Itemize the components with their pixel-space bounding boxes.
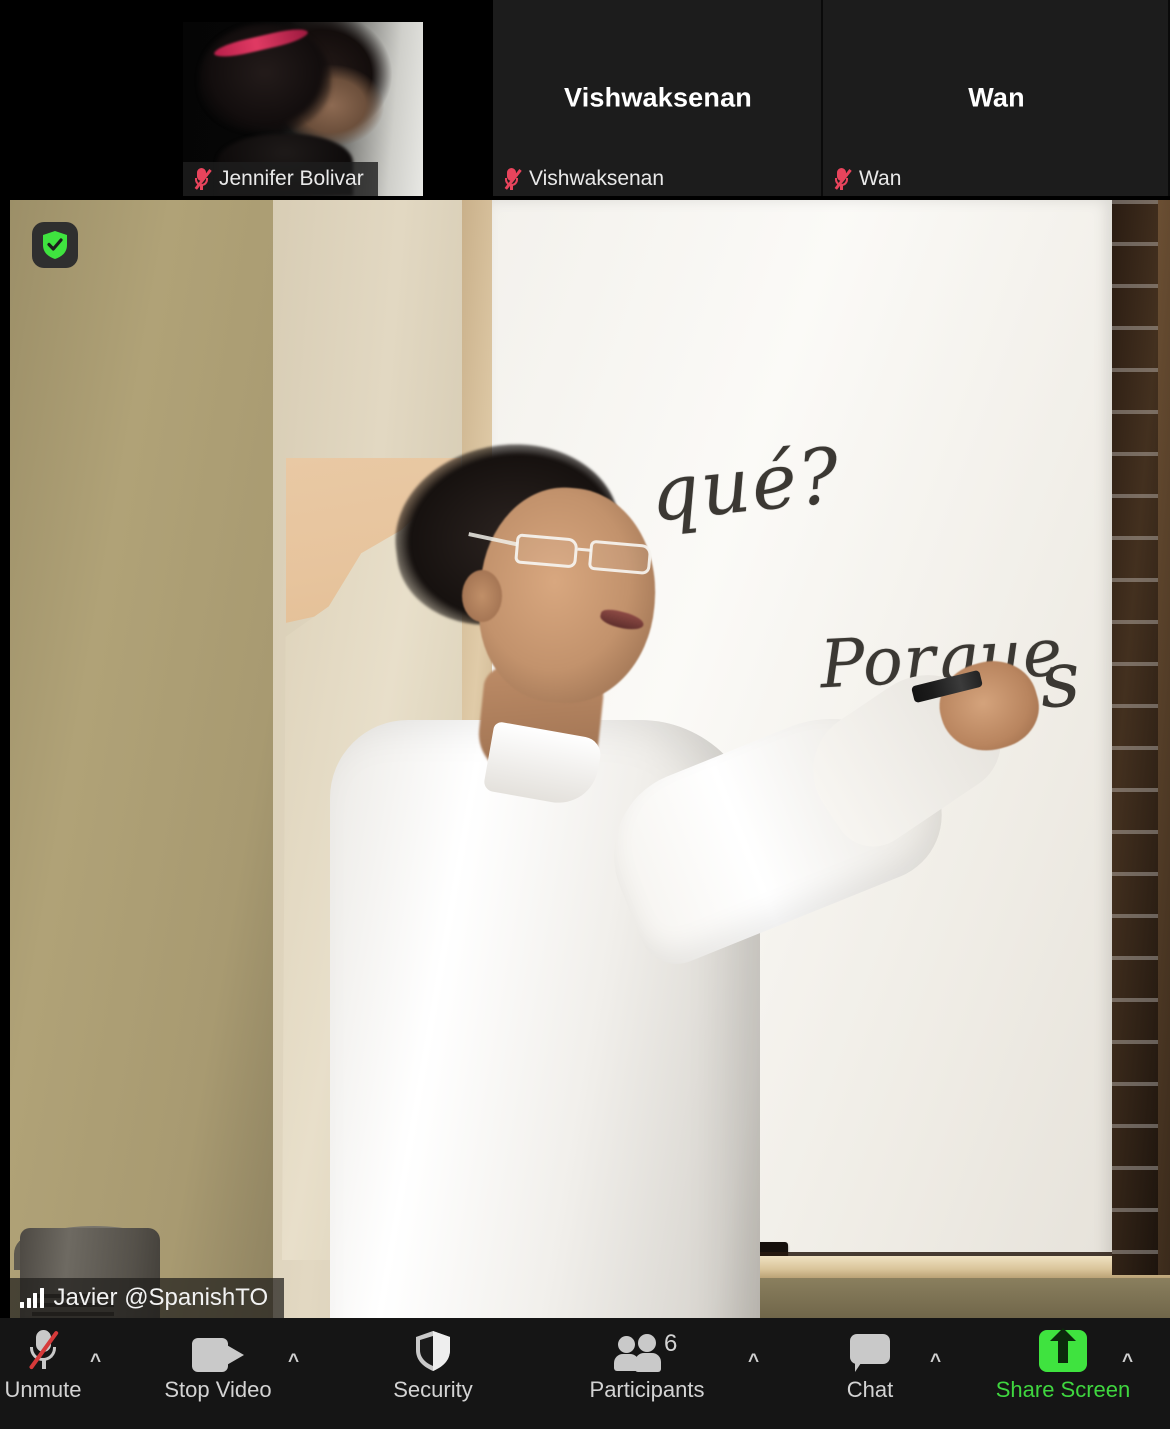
- active-speaker-label: Javier @SpanishTO: [10, 1278, 285, 1318]
- participant-name-label: Jennifer Bolivar: [183, 162, 378, 196]
- participant-name-text: Jennifer Bolivar: [219, 167, 364, 190]
- zoom-meeting-window: Jennifer Bolivar Vishwaksenan Vishwaksen…: [0, 0, 1170, 1429]
- unmute-label: Unmute: [4, 1377, 82, 1402]
- stop-video-label: Stop Video: [164, 1377, 272, 1402]
- participant-filmstrip: Jennifer Bolivar Vishwaksenan Vishwaksen…: [0, 0, 1170, 196]
- share-screen-icon: [1039, 1326, 1087, 1372]
- mic-muted-icon: [503, 167, 522, 191]
- mic-muted-icon: [833, 167, 852, 191]
- participant-placeholder-name: Vishwaksenan: [564, 82, 752, 113]
- classroom-scene: qué? Porque s: [10, 200, 1170, 1318]
- unmute-button[interactable]: Unmute: [0, 1326, 98, 1416]
- participant-name-label: Wan: [823, 162, 916, 196]
- participants-label: Participants: [589, 1377, 705, 1402]
- presenter-figure: [10, 200, 1170, 1318]
- security-button[interactable]: Security: [370, 1326, 496, 1416]
- stop-video-button[interactable]: Stop Video: [148, 1326, 288, 1416]
- chat-label: Chat: [846, 1377, 894, 1402]
- mic-muted-icon: [193, 167, 212, 191]
- encryption-shield-icon[interactable]: [32, 222, 78, 268]
- chat-bubble-icon: [850, 1326, 890, 1372]
- participants-options-caret-icon[interactable]: ^: [748, 1352, 759, 1371]
- participant-name-label: Vishwaksenan: [493, 162, 679, 196]
- participant-tile-wan[interactable]: Wan Wan: [823, 0, 1170, 196]
- meeting-toolbar: Unmute ^ Stop Video ^ Security 6 Partici…: [0, 1318, 1170, 1429]
- participants-button[interactable]: 6 Participants: [562, 1326, 732, 1416]
- security-label: Security: [393, 1377, 473, 1402]
- shield-icon: [414, 1326, 452, 1372]
- participant-tile-jennifer-bolivar[interactable]: Jennifer Bolivar: [0, 0, 493, 196]
- signal-bars-icon: [20, 1288, 44, 1308]
- participants-count-badge: 6: [664, 1330, 678, 1357]
- participant-name-text: Wan: [859, 167, 902, 190]
- camera-icon: [192, 1326, 244, 1372]
- people-icon: 6: [614, 1326, 678, 1372]
- audio-options-caret-icon[interactable]: ^: [90, 1352, 101, 1371]
- main-speaker-video[interactable]: qué? Porque s Javier @SpanishTO: [10, 200, 1170, 1318]
- share-options-caret-icon[interactable]: ^: [1122, 1352, 1133, 1371]
- participant-name-text: Vishwaksenan: [529, 167, 665, 190]
- video-options-caret-icon[interactable]: ^: [288, 1352, 299, 1371]
- chat-button[interactable]: Chat: [820, 1326, 920, 1416]
- participant-tile-vishwaksenan[interactable]: Vishwaksenan Vishwaksenan: [493, 0, 823, 196]
- active-speaker-name: Javier @SpanishTO: [53, 1284, 269, 1311]
- chat-options-caret-icon[interactable]: ^: [930, 1352, 941, 1371]
- presenter-ear: [462, 570, 502, 622]
- participant-placeholder-name: Wan: [968, 82, 1025, 113]
- mic-muted-icon: [26, 1326, 60, 1372]
- share-screen-label: Share Screen: [995, 1377, 1131, 1402]
